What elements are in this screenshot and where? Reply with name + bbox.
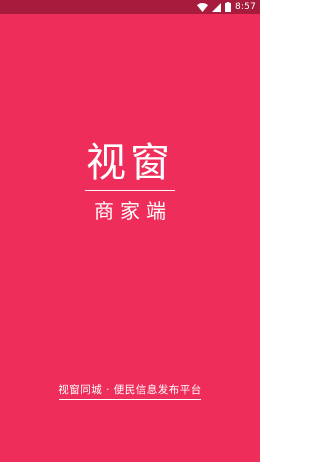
status-time: 8:57	[234, 2, 256, 12]
signal-icon	[211, 2, 221, 12]
status-icons: 8:57	[196, 1, 256, 13]
logo-divider	[85, 190, 175, 191]
battery-icon	[224, 2, 231, 12]
wifi-icon	[196, 2, 208, 12]
status-bar: 8:57	[0, 0, 260, 14]
tagline: 视窗同城 · 便民信息发布平台	[58, 384, 202, 396]
tagline-underline	[59, 399, 201, 400]
logo-subtitle: 商家端	[94, 199, 172, 223]
splash-screen: 8:57 视窗 商家端 视窗同城 · 便民信息发布平台	[0, 0, 260, 462]
app-logo: 视窗 商家端	[0, 140, 260, 223]
logo-title: 视窗	[86, 140, 174, 186]
